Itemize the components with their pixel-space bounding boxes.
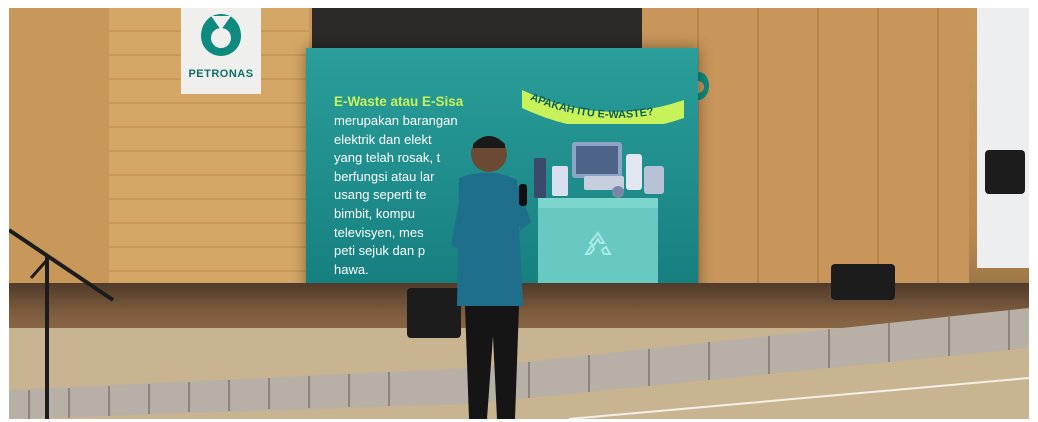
petronas-logo: PETRONAS bbox=[181, 8, 261, 94]
petronas-emblem-icon bbox=[201, 14, 241, 56]
white-wall-right bbox=[977, 8, 1029, 268]
presenter bbox=[451, 136, 531, 419]
recycle-icon bbox=[584, 231, 612, 255]
slide-title: E-Waste atau E-Sisa bbox=[334, 94, 464, 109]
stage-speaker-right bbox=[831, 264, 895, 300]
slide-banner: APAKAH ITU E-WASTE? bbox=[522, 90, 684, 124]
event-photo: PETRONAS E-Waste atau E-Sisa merupakan b… bbox=[9, 8, 1029, 419]
microphone-stand bbox=[9, 228, 115, 419]
petronas-logo-text: PETRONAS bbox=[188, 68, 254, 80]
wall-speaker bbox=[985, 150, 1025, 194]
